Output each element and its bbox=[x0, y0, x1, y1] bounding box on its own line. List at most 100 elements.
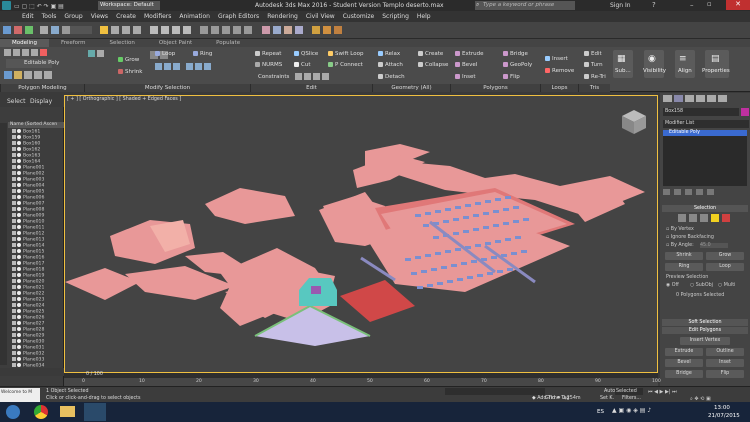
relax-button[interactable]: Relax bbox=[378, 51, 400, 58]
tray-icons[interactable]: ▲ ▣ ◉ ◈ ▤ ♪ bbox=[612, 407, 702, 417]
visibility-toggle-icon[interactable] bbox=[17, 183, 21, 187]
column-header[interactable]: Name (Sorted Ascen bbox=[8, 122, 64, 128]
loop-button[interactable]: Loop bbox=[155, 51, 175, 58]
visibility-toggle-icon[interactable] bbox=[17, 135, 21, 139]
command-panel-tabs[interactable] bbox=[660, 95, 750, 103]
language-indicator[interactable]: ES bbox=[597, 409, 604, 415]
attach-button[interactable]: Attach bbox=[378, 62, 403, 69]
swift-loop-button[interactable]: Swift Loop bbox=[328, 51, 363, 58]
object-color-swatch[interactable] bbox=[741, 108, 749, 116]
selection-rollout-header[interactable]: Selection bbox=[662, 205, 748, 212]
visibility-toggle-icon[interactable] bbox=[17, 255, 21, 259]
visibility-toggle-icon[interactable] bbox=[17, 279, 21, 283]
loop-remove-button[interactable]: Remove bbox=[545, 68, 574, 75]
menu-item[interactable]: Graph Editors bbox=[214, 11, 263, 22]
ring-button[interactable]: Ring bbox=[193, 51, 212, 58]
geopoly-button[interactable]: GeoPoly bbox=[503, 62, 532, 69]
app-logo-icon[interactable] bbox=[2, 1, 11, 10]
loop-insert-button[interactable]: Insert bbox=[545, 56, 568, 63]
group-edit[interactable]: Edit bbox=[250, 84, 372, 92]
visibility-toggle-icon[interactable] bbox=[17, 171, 21, 175]
visibility-toggle-icon[interactable] bbox=[17, 219, 21, 223]
editable-poly-dropdown[interactable]: Editable Poly bbox=[6, 59, 59, 68]
menu-item[interactable]: Modifiers bbox=[140, 11, 175, 22]
visibility-toggle-icon[interactable] bbox=[17, 147, 21, 151]
menu-item[interactable]: Group bbox=[60, 11, 86, 22]
object-name-field[interactable]: Box158 bbox=[663, 108, 739, 116]
viewport-perspective[interactable]: [ + ] [ Orthographic ] [ Shaded + Edged … bbox=[64, 95, 658, 373]
auto-key-button[interactable]: Auto bbox=[604, 389, 615, 394]
visibility-toggle-icon[interactable] bbox=[17, 189, 21, 193]
constraints-dropdown[interactable]: Constraints bbox=[258, 74, 289, 81]
visibility-toggle-icon[interactable] bbox=[17, 285, 21, 289]
visibility-toggle-icon[interactable] bbox=[17, 243, 21, 247]
visibility-toggle-icon[interactable] bbox=[17, 165, 21, 169]
visibility-toggle-icon[interactable] bbox=[17, 225, 21, 229]
group-modify-selection[interactable]: Modify Selection bbox=[84, 84, 250, 92]
menu-item[interactable]: Civil View bbox=[302, 11, 339, 22]
add-time-tag-button[interactable]: ◆ Add Time Tag bbox=[532, 396, 569, 401]
menu-item[interactable]: Views bbox=[87, 11, 112, 22]
visibility-toggle-icon[interactable] bbox=[17, 363, 21, 367]
loop-selection-button[interactable]: Loop bbox=[706, 263, 744, 271]
visibility-toggle-icon[interactable] bbox=[17, 321, 21, 325]
maxscript-listener[interactable]: Welcome to M bbox=[0, 388, 40, 402]
stack-tools[interactable] bbox=[663, 189, 747, 197]
subobject-level-icons[interactable] bbox=[678, 214, 730, 224]
modifier-list-dropdown[interactable]: Modifier List bbox=[663, 120, 749, 128]
visibility-toggle-icon[interactable] bbox=[17, 207, 21, 211]
visibility-toggle-icon[interactable] bbox=[17, 201, 21, 205]
visibility-toggle-icon[interactable] bbox=[17, 327, 21, 331]
visibility-toggle-icon[interactable] bbox=[17, 273, 21, 277]
visibility-toggle-icon[interactable] bbox=[17, 303, 21, 307]
visibility-toggle-icon[interactable] bbox=[17, 261, 21, 265]
visibility-toggle-icon[interactable] bbox=[17, 297, 21, 301]
preview-subobj-radio[interactable]: ○ SubObj bbox=[690, 283, 713, 288]
tab-display[interactable]: Display bbox=[30, 98, 52, 105]
chrome-taskbar-icon[interactable] bbox=[34, 405, 48, 419]
insert-vertex-button[interactable]: Insert Vertex bbox=[680, 337, 730, 345]
search-box[interactable]: ⌕ Type a keyword or phrase bbox=[475, 1, 575, 10]
visibility-toggle-icon[interactable] bbox=[17, 129, 21, 133]
flip-poly-button[interactable]: Flip bbox=[706, 370, 744, 378]
polygon-tool-icons[interactable] bbox=[4, 71, 52, 81]
extrude-button[interactable]: Extrude bbox=[455, 51, 484, 58]
create-button[interactable]: Create bbox=[418, 51, 443, 58]
timeline[interactable]: 0 / 100 0 10 20 30 40 50 60 70 80 90 100 bbox=[64, 372, 661, 386]
tab-selection[interactable]: Selection bbox=[98, 39, 147, 47]
edit-polygons-rollout[interactable]: Edit Polygons bbox=[662, 327, 748, 334]
menu-item[interactable]: Scripting bbox=[378, 11, 413, 22]
subobject-icons[interactable] bbox=[4, 49, 47, 58]
p-connect-button[interactable]: P Connect bbox=[328, 62, 363, 69]
playback-controls[interactable]: ⏮ ◀ ▶ ▶| ⏭ bbox=[648, 389, 748, 395]
constraint-icons[interactable] bbox=[295, 73, 329, 82]
workspace-dropdown[interactable]: Workspace: Default bbox=[98, 1, 160, 10]
selection-tool-icons[interactable] bbox=[88, 50, 104, 59]
timeline-ruler[interactable]: 0 10 20 30 40 50 60 70 80 90 100 bbox=[64, 378, 661, 386]
qslice-button[interactable]: QSlice bbox=[294, 51, 318, 58]
maximize-button[interactable]: ▫ bbox=[707, 0, 712, 8]
visibility-toggle-icon[interactable] bbox=[17, 141, 21, 145]
detach-button[interactable]: Detach bbox=[378, 74, 405, 81]
angle-spinner[interactable]: 45.0 bbox=[700, 243, 728, 248]
3dsmax-taskbar-icon[interactable] bbox=[84, 403, 106, 421]
nurms-button[interactable]: NURMS bbox=[255, 62, 282, 69]
stack-item-editable-poly[interactable]: Editable Poly bbox=[663, 130, 747, 136]
visibility-toggle-icon[interactable] bbox=[17, 351, 21, 355]
toolbar-icons[interactable] bbox=[0, 22, 750, 39]
tab-object-paint[interactable]: Object Paint bbox=[147, 39, 204, 47]
soft-selection-rollout[interactable]: Soft Selection bbox=[662, 319, 748, 326]
grow-selection-button[interactable]: Grow bbox=[706, 252, 744, 260]
visibility-toggle-icon[interactable] bbox=[17, 177, 21, 181]
visibility-toggle-icon[interactable] bbox=[17, 249, 21, 253]
shrink-selection-button[interactable]: Shrink bbox=[665, 252, 703, 260]
close-button[interactable]: ✕ bbox=[726, 0, 750, 10]
tri-turn-button[interactable]: Turn bbox=[584, 62, 603, 69]
menu-item[interactable]: Customize bbox=[339, 11, 379, 22]
bridge-poly-button[interactable]: Bridge bbox=[665, 370, 703, 378]
menu-item[interactable]: Help bbox=[413, 11, 435, 22]
key-selection-dropdown[interactable]: Selected bbox=[615, 388, 643, 395]
shrink-button[interactable]: Shrink bbox=[118, 69, 142, 76]
tab-modeling[interactable]: Modeling bbox=[0, 39, 50, 47]
visibility-toggle-icon[interactable] bbox=[17, 213, 21, 217]
